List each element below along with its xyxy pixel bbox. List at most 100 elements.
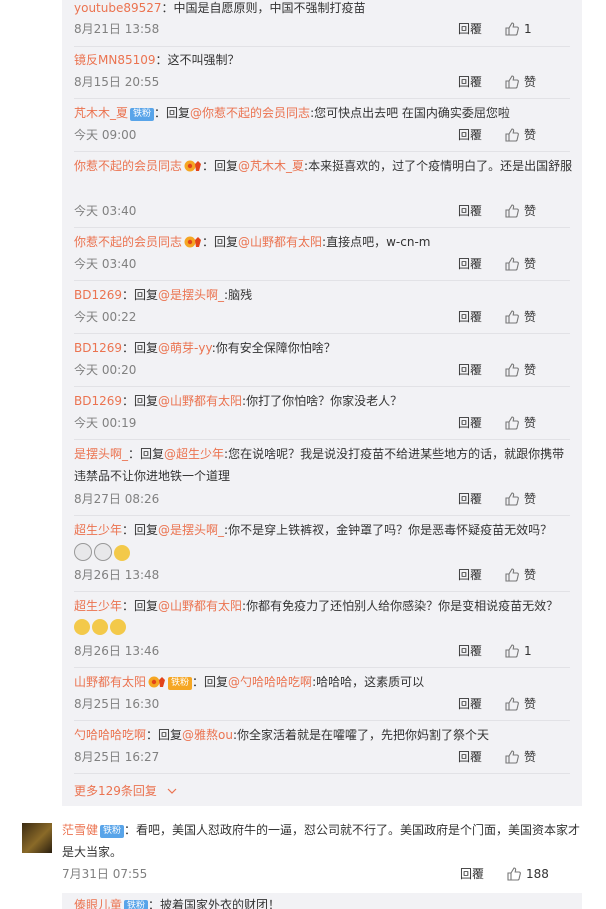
reply-button[interactable]: 回覆	[458, 360, 482, 380]
shocked-face-icon	[94, 543, 112, 561]
thumb-up-icon[interactable]	[504, 127, 520, 143]
reply-username[interactable]: 你惹不起的会员同志	[74, 159, 182, 173]
thumb-up-icon[interactable]	[504, 491, 520, 507]
reply-time: 8月27日 08:26	[74, 492, 160, 506]
thumb-up-icon[interactable]	[504, 203, 520, 219]
thumb-up-icon[interactable]	[504, 74, 520, 90]
thumb-up-icon[interactable]	[504, 749, 520, 765]
reply-button[interactable]: 回覆	[458, 489, 482, 509]
reply-text: 勺哈哈哈吃啊：回复@雅熬ou:你全家活着就是在嚯嚯了，先把你妈割了祭个天	[74, 724, 574, 746]
mention-link[interactable]: @超生少年	[164, 447, 224, 461]
reply-button[interactable]: 回覆	[458, 747, 482, 767]
reply-username[interactable]: BD1269	[74, 341, 122, 355]
comment-username[interactable]: 傣眼儿童	[74, 898, 122, 909]
reply-username[interactable]: 超生少年	[74, 599, 122, 613]
reply-button[interactable]: 回覆	[458, 201, 482, 221]
divider	[74, 773, 570, 774]
reply-meta: 今天 00:19 回覆 赞	[74, 413, 570, 433]
divider	[74, 667, 570, 668]
reply-button[interactable]: 回覆	[458, 641, 482, 661]
more-replies-link[interactable]: 更多129条回复	[74, 782, 177, 799]
reply-text: 镜反MN85109：这不叫强制？	[74, 49, 574, 71]
reply-text: 超生少年：回复@是摆头啊_:你不是穿上铁裤衩，金钟罩了吗？你是恶毒怀疑疫苗无效吗…	[74, 519, 574, 541]
reply-button[interactable]: 回覆	[458, 413, 482, 433]
reply-username[interactable]: 你惹不起的会员同志	[74, 235, 182, 249]
thumb-up-icon[interactable]	[506, 866, 522, 882]
reply-item: BD1269：回复@是摆头啊_:脑残	[74, 284, 574, 306]
reply-button[interactable]: 回覆	[458, 307, 482, 327]
reply-username[interactable]: 是摆头啊_	[74, 447, 128, 461]
like-count: 赞	[524, 128, 537, 142]
like-count: 赞	[524, 204, 537, 218]
thumb-up-icon[interactable]	[504, 256, 520, 272]
reply-body: :你有安全保障你怕啥？	[211, 341, 336, 355]
reply-time: 8月26日 13:46	[74, 644, 160, 658]
reply-button[interactable]: 回覆	[458, 565, 482, 585]
mention-link[interactable]: @是摆头啊_	[158, 523, 224, 537]
thumb-up-icon[interactable]	[504, 21, 520, 37]
reply-meta: 8月15日 20:55 回覆 赞	[74, 72, 570, 92]
reply-username[interactable]: BD1269	[74, 288, 122, 302]
reply-meta: 8月26日 13:46 回覆 1	[74, 641, 570, 661]
reply-time: 今天 03:40	[74, 204, 137, 218]
emoji-row	[74, 619, 574, 641]
avatar[interactable]	[22, 823, 52, 853]
reply-item: 镜反MN85109：这不叫强制？	[74, 49, 574, 71]
reply-prefix: ：回复	[122, 599, 159, 613]
mention-link[interactable]: @勺哈哈哈吃啊	[228, 675, 312, 689]
like-count: 赞	[524, 697, 537, 711]
mention-link[interactable]: @你惹不起的会员同志	[190, 106, 310, 120]
reply-username[interactable]: 山野都有太阳	[74, 675, 146, 689]
divider	[74, 386, 570, 387]
like-count: 188	[526, 867, 549, 881]
thumb-up-icon[interactable]	[504, 696, 520, 712]
reply-button[interactable]: 回覆	[458, 694, 482, 714]
reply-time: 今天 00:20	[74, 363, 137, 377]
like-count: 1	[524, 22, 532, 36]
reply-username[interactable]: 镜反MN85109	[74, 53, 156, 67]
reply-time: 今天 00:22	[74, 310, 137, 324]
reply-body: :直接点吧，w-cn-m	[322, 235, 431, 249]
reply-button[interactable]: 回覆	[458, 125, 482, 145]
reply-time: 8月15日 20:55	[74, 75, 160, 89]
reply-meta: 8月21日 13:58 回覆 1	[74, 19, 570, 39]
like-count: 赞	[524, 492, 537, 506]
comment-username[interactable]: 茫雪健	[62, 823, 98, 837]
reply-text: BD1269：回复@是摆头啊_:脑残	[74, 284, 574, 306]
mention-link[interactable]: @山野都有太阳	[238, 235, 322, 249]
reply-item: 你惹不起的会员同志 ：回复@山野都有太阳:直接点吧，w-cn-m	[74, 231, 574, 253]
thumb-up-icon[interactable]	[504, 309, 520, 325]
thumb-up-icon[interactable]	[504, 643, 520, 659]
mention-link[interactable]: @山野都有太阳	[158, 599, 242, 613]
reply-username[interactable]: youtube89527	[74, 1, 162, 15]
mention-link[interactable]: @芃木木_夏	[238, 159, 304, 173]
reply-username[interactable]: 超生少年	[74, 523, 122, 537]
reply-body: :脑残	[224, 288, 253, 302]
reply-prefix: ：回复	[192, 675, 229, 689]
divider	[74, 227, 570, 228]
divider	[74, 333, 570, 334]
reply-button[interactable]: 回覆	[458, 72, 482, 92]
reply-username[interactable]: 芃木木_夏	[74, 106, 128, 120]
reply-prefix: ：回复	[146, 728, 183, 742]
reply-prefix: ：回复	[122, 523, 159, 537]
reply-item: 超生少年：回复@山野都有太阳:你都有免疫力了还怕别人给你感染？你是变相说疫苗无效…	[74, 595, 574, 641]
laughing-face-icon	[74, 619, 90, 635]
mention-link[interactable]: @萌芽-yy	[158, 341, 212, 355]
thumb-up-icon[interactable]	[504, 415, 520, 431]
mention-link[interactable]: @山野都有太阳	[158, 394, 242, 408]
reply-username[interactable]: BD1269	[74, 394, 122, 408]
thumb-up-icon[interactable]	[504, 362, 520, 378]
reply-item: 超生少年：回复@是摆头啊_:你不是穿上铁裤衩，金钟罩了吗？你是恶毒怀疑疫苗无效吗…	[74, 519, 574, 565]
like-count: 赞	[524, 75, 537, 89]
reply-button[interactable]: 回覆	[458, 254, 482, 274]
mention-link[interactable]: @雅熬ou	[182, 728, 233, 742]
reply-username[interactable]: 勺哈哈哈吃啊	[74, 728, 146, 742]
divider	[74, 720, 570, 721]
shocked-face-icon	[74, 543, 92, 561]
reply-body: :哈哈哈，这素质可以	[312, 675, 425, 689]
reply-button[interactable]: 回覆	[460, 864, 484, 884]
thumb-up-icon[interactable]	[504, 567, 520, 583]
reply-button[interactable]: 回覆	[458, 19, 482, 39]
mention-link[interactable]: @是摆头啊_	[158, 288, 224, 302]
